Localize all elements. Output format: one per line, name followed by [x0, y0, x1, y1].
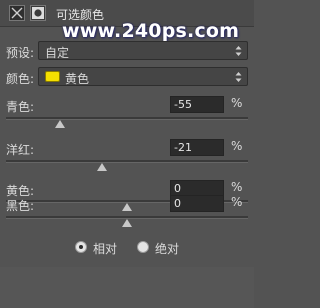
- magenta-percent: %: [231, 139, 243, 153]
- magenta-slider-thumb[interactable]: [96, 163, 107, 171]
- relative-label: 相对: [93, 242, 118, 256]
- magenta-slider-track[interactable]: [6, 160, 248, 163]
- cyan-percent: %: [231, 96, 243, 110]
- yellow-percent: %: [231, 180, 243, 194]
- radio-selected-dot: [79, 245, 83, 249]
- relative-radio[interactable]: [75, 241, 87, 253]
- cyan-slider-thumb[interactable]: [55, 120, 66, 128]
- black-slider-thumb[interactable]: [122, 219, 132, 227]
- magenta-value-field[interactable]: -21: [170, 139, 224, 156]
- colors-value: 黄色: [65, 72, 90, 86]
- preset-label: 预设:: [6, 46, 35, 60]
- colors-select[interactable]: 黄色: [38, 67, 248, 86]
- colors-label: 颜色:: [6, 72, 35, 86]
- black-label: 黑色:: [6, 199, 35, 213]
- adjustment-layer-icon[interactable]: [9, 5, 25, 21]
- preset-select[interactable]: 自定: [38, 41, 248, 60]
- panel-footer: [0, 267, 254, 308]
- black-value-field[interactable]: 0: [170, 195, 224, 212]
- select-arrows-icon: [235, 46, 242, 56]
- selective-color-panel: 可选颜色 www.240ps.com 预设: 自定 颜色: 黄色 青色: -55…: [0, 0, 254, 308]
- absolute-label: 绝对: [155, 242, 180, 256]
- cyan-label: 青色:: [6, 100, 35, 114]
- cyan-slider-track[interactable]: [6, 117, 248, 120]
- preset-value: 自定: [45, 46, 70, 60]
- black-percent: %: [231, 195, 243, 209]
- yellow-slider-thumb[interactable]: [122, 203, 132, 211]
- magenta-label: 洋红:: [6, 143, 35, 157]
- select-arrows-icon: [235, 72, 242, 82]
- cyan-value-field[interactable]: -55: [170, 96, 224, 113]
- watermark-text: www.240ps.com: [62, 20, 240, 42]
- color-swatch: [45, 71, 60, 82]
- absolute-radio[interactable]: [137, 241, 149, 253]
- mask-icon[interactable]: [30, 5, 46, 21]
